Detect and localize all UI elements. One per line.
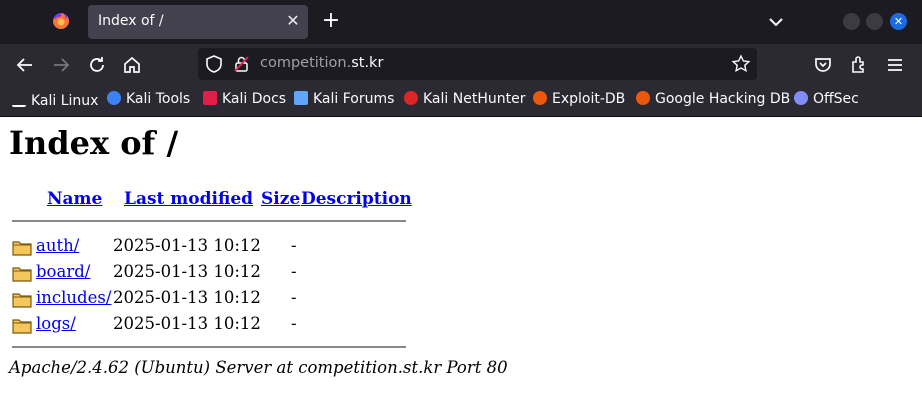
chevron-down-icon[interactable] bbox=[765, 11, 787, 33]
tab-strip: Index of / ✕ + ✕ bbox=[0, 0, 922, 44]
folder-icon bbox=[12, 316, 32, 334]
exploit-db-icon bbox=[533, 91, 547, 105]
bookmark-exploit-db[interactable]: Exploit-DB bbox=[533, 91, 625, 111]
menu-icon[interactable] bbox=[884, 54, 906, 76]
bookmark-kali-tools[interactable]: Kali Tools bbox=[107, 91, 190, 111]
bookmark-kali-linux[interactable]: Kali Linux bbox=[12, 91, 98, 111]
entry-modified: 2025-01-13 10:12 bbox=[113, 288, 261, 307]
url-prefix: competition. bbox=[260, 55, 352, 71]
kali-forums-icon bbox=[294, 91, 308, 105]
ghdb-icon bbox=[636, 91, 650, 105]
column-header-name[interactable]: Name bbox=[47, 189, 102, 209]
navigation-bar: competition.st.kr bbox=[0, 44, 922, 86]
reload-icon[interactable] bbox=[86, 54, 108, 76]
bookmark-kali-nethunter[interactable]: Kali NetHunter bbox=[404, 91, 525, 111]
shield-icon[interactable] bbox=[204, 54, 224, 74]
kali-docs-icon bbox=[203, 91, 217, 105]
footer-divider bbox=[12, 346, 406, 348]
pocket-icon[interactable] bbox=[812, 54, 834, 76]
maximize-window-button[interactable] bbox=[866, 13, 883, 30]
tab-index[interactable]: Index of / ✕ bbox=[88, 5, 308, 39]
folder-icon bbox=[12, 238, 32, 256]
extensions-icon[interactable] bbox=[848, 54, 870, 76]
new-tab-icon[interactable]: + bbox=[320, 9, 342, 33]
close-tab-icon[interactable]: ✕ bbox=[284, 11, 302, 31]
address-bar[interactable]: competition.st.kr bbox=[198, 48, 757, 80]
directory-link-board[interactable]: board/ bbox=[36, 262, 90, 281]
directory-link-logs[interactable]: logs/ bbox=[36, 314, 76, 333]
entry-modified: 2025-01-13 10:12 bbox=[113, 236, 261, 255]
bookmarks-bar: Kali Linux Kali Tools Kali Docs Kali For… bbox=[0, 86, 922, 117]
bookmark-kali-docs[interactable]: Kali Docs bbox=[203, 91, 286, 111]
header-divider bbox=[12, 220, 406, 222]
entry-size: - bbox=[291, 236, 297, 255]
server-signature: Apache/2.4.62 (Ubuntu) Server at competi… bbox=[9, 358, 508, 377]
column-header-size[interactable]: Size bbox=[261, 189, 300, 209]
entry-modified: 2025-01-13 10:12 bbox=[113, 262, 261, 281]
directory-link-includes[interactable]: includes/ bbox=[36, 288, 111, 307]
firefox-icon[interactable] bbox=[50, 10, 72, 32]
star-icon[interactable] bbox=[731, 54, 751, 74]
bookmark-kali-forums[interactable]: Kali Forums bbox=[294, 91, 394, 111]
home-icon[interactable] bbox=[121, 54, 143, 76]
nethunter-icon bbox=[404, 91, 418, 105]
lock-warning-icon[interactable] bbox=[232, 54, 252, 74]
entry-size: - bbox=[291, 262, 297, 281]
folder-icon bbox=[12, 290, 32, 308]
entry-size: - bbox=[291, 288, 297, 307]
column-header-last-modified[interactable]: Last modified bbox=[124, 189, 253, 209]
back-arrow-icon[interactable] bbox=[14, 54, 36, 76]
entry-size: - bbox=[291, 314, 297, 333]
forward-arrow-icon[interactable] bbox=[50, 54, 72, 76]
kali-tools-icon bbox=[107, 91, 121, 105]
column-header-description[interactable]: Description bbox=[301, 189, 412, 209]
close-window-button[interactable]: ✕ bbox=[890, 13, 907, 30]
entry-modified: 2025-01-13 10:12 bbox=[113, 314, 261, 333]
folder-icon bbox=[12, 264, 32, 282]
url-text[interactable]: competition.st.kr bbox=[260, 55, 383, 71]
page-content: Index of / Name Last modified Size Descr… bbox=[0, 117, 922, 404]
offsec-icon bbox=[794, 91, 808, 105]
directory-link-auth[interactable]: auth/ bbox=[36, 236, 79, 255]
url-host: st.kr bbox=[351, 55, 384, 71]
kali-dragon-icon bbox=[12, 91, 26, 107]
page-title: Index of / bbox=[9, 124, 179, 162]
bookmark-offsec[interactable]: OffSec bbox=[794, 91, 859, 111]
tab-title: Index of / bbox=[98, 13, 164, 29]
bookmark-google-hacking-db[interactable]: Google Hacking DB bbox=[636, 91, 790, 111]
minimize-window-button[interactable] bbox=[843, 13, 860, 30]
